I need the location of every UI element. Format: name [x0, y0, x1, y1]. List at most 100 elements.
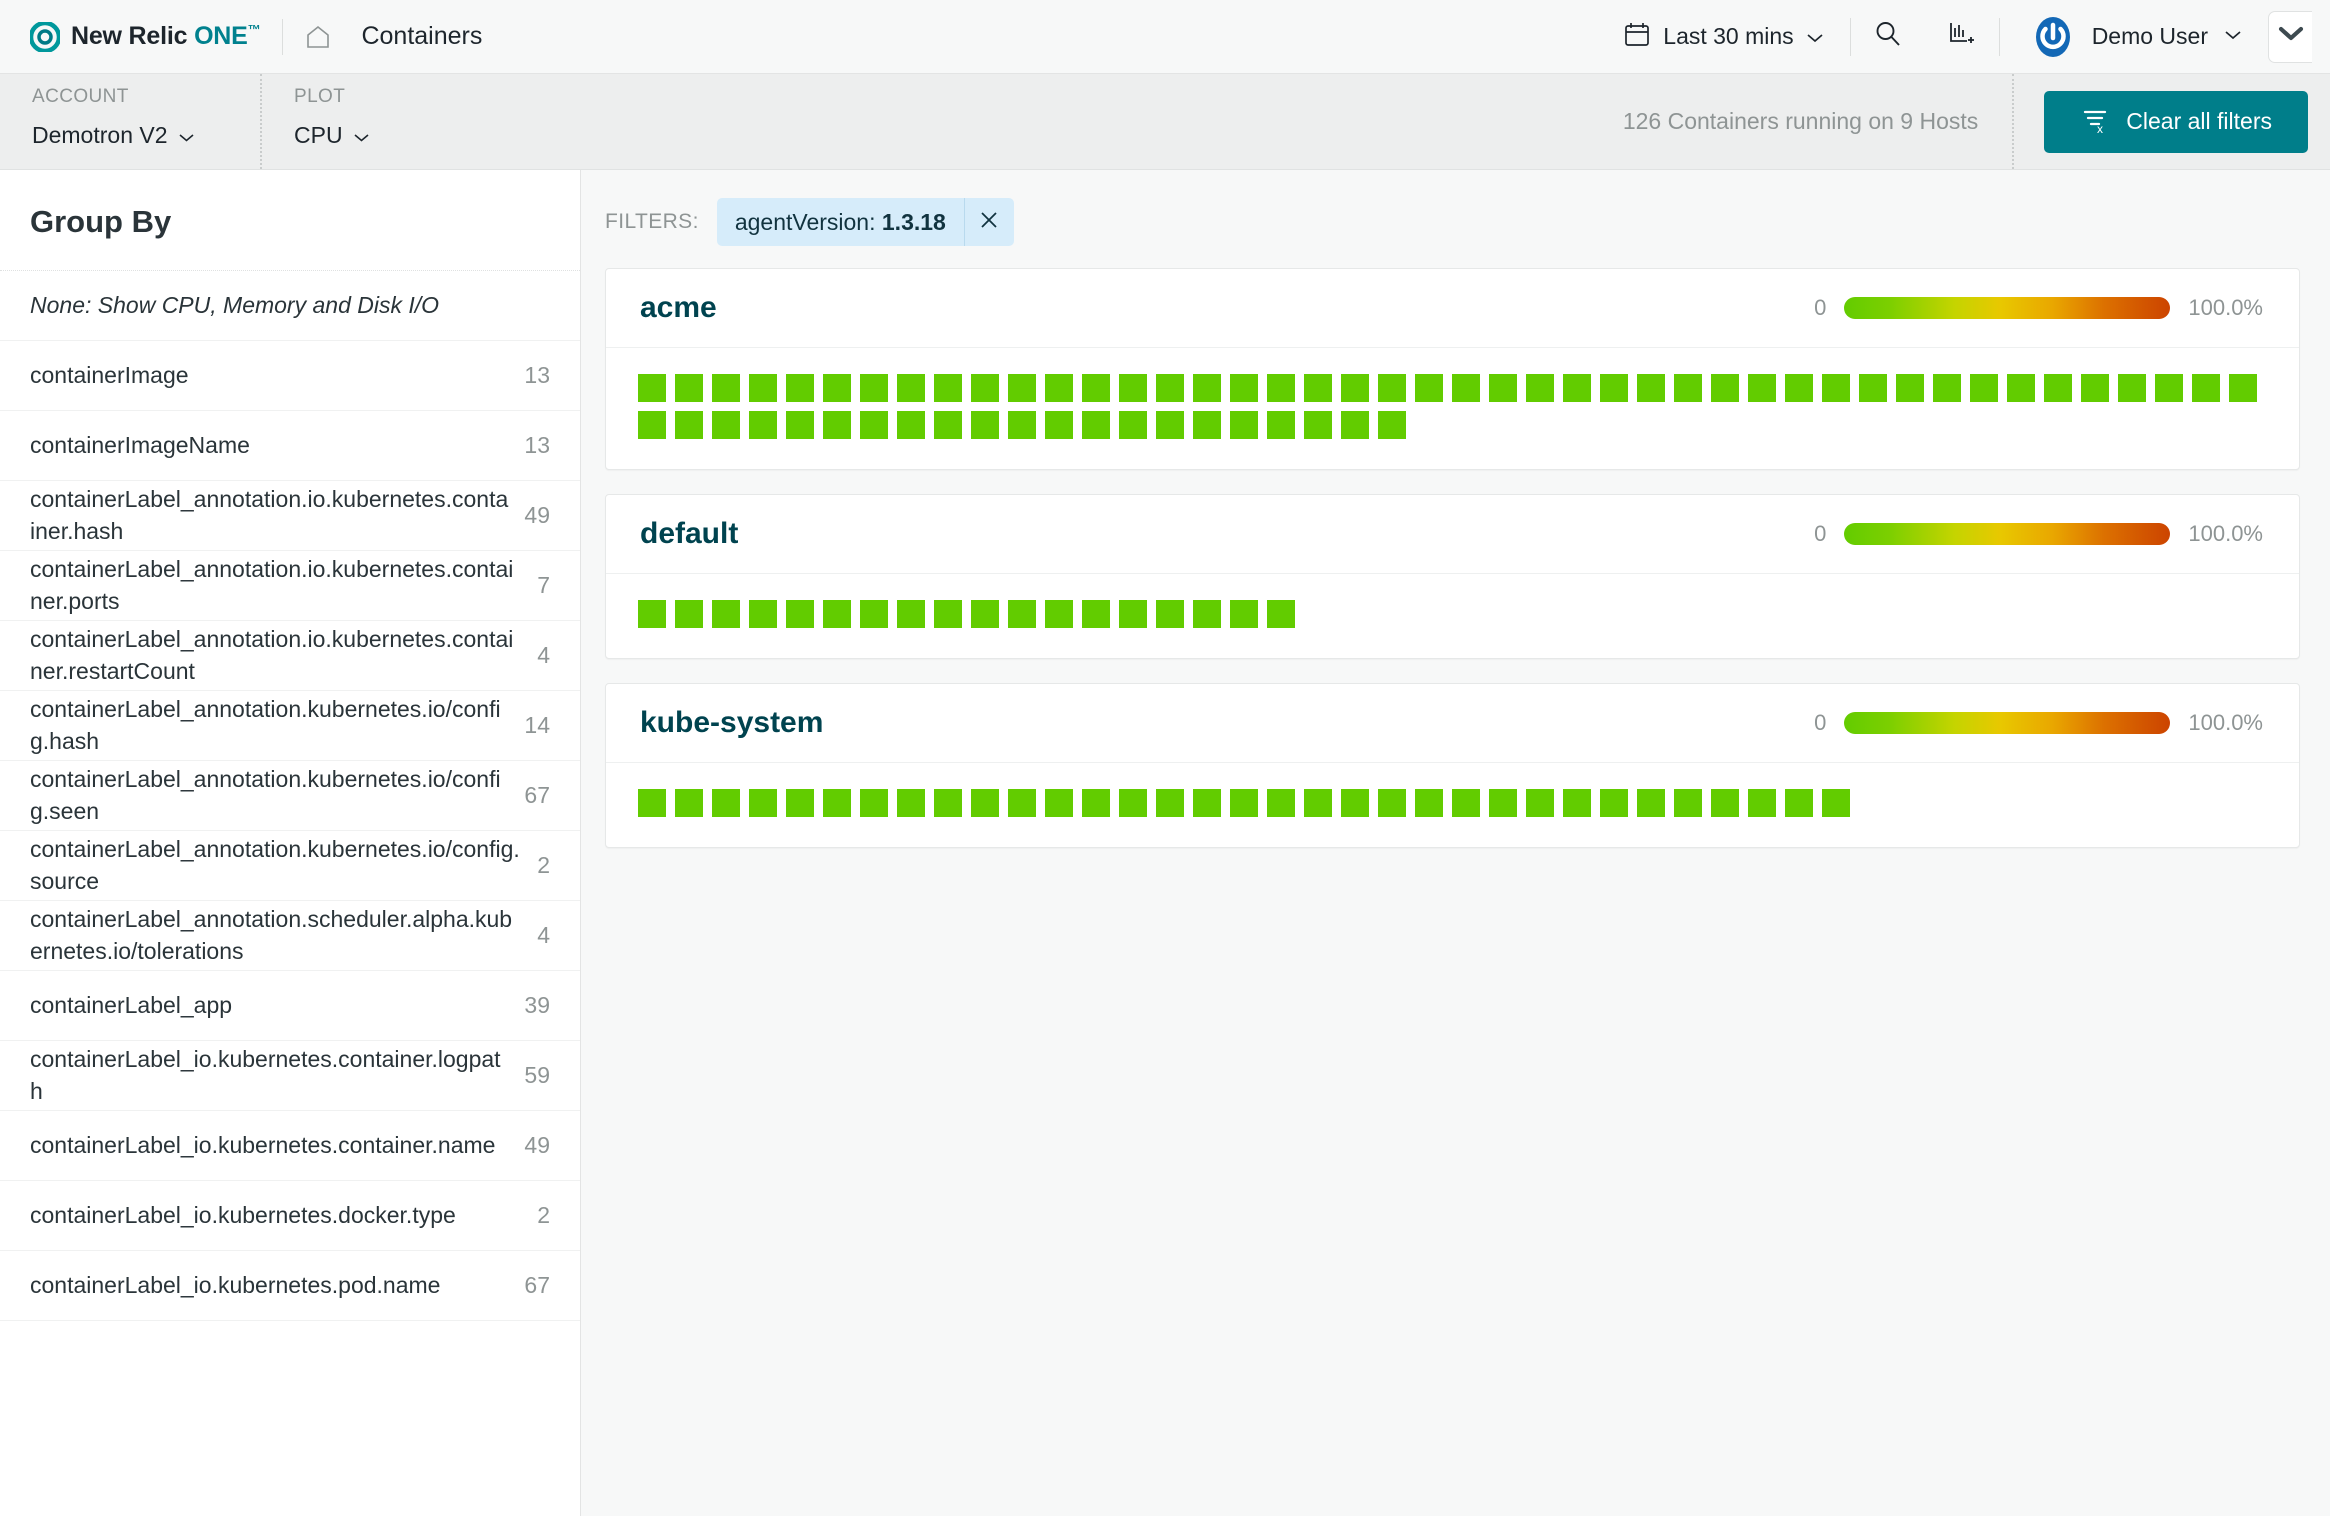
container-cell[interactable] — [1008, 374, 1036, 402]
container-cell[interactable] — [1008, 411, 1036, 439]
container-cell[interactable] — [1156, 411, 1184, 439]
container-cell[interactable] — [1970, 374, 1998, 402]
container-cell[interactable] — [675, 411, 703, 439]
time-range-picker[interactable]: Last 30 mins — [1597, 20, 1849, 54]
container-cell[interactable] — [1674, 789, 1702, 817]
container-cell[interactable] — [1304, 374, 1332, 402]
container-cell[interactable] — [1193, 374, 1221, 402]
group-by-item[interactable]: containerLabel_annotation.io.kubernetes.… — [0, 621, 580, 691]
container-cell[interactable] — [1045, 600, 1073, 628]
container-cell[interactable] — [1119, 789, 1147, 817]
container-cell[interactable] — [1563, 374, 1591, 402]
group-card-title[interactable]: kube-system — [640, 706, 823, 740]
container-cell[interactable] — [897, 789, 925, 817]
container-cell[interactable] — [749, 600, 777, 628]
group-by-item[interactable]: None: Show CPU, Memory and Disk I/O — [0, 271, 580, 341]
container-cell[interactable] — [1082, 374, 1110, 402]
group-by-item[interactable]: containerImageName 13 — [0, 411, 580, 481]
container-cell[interactable] — [749, 374, 777, 402]
container-cell[interactable] — [1008, 789, 1036, 817]
group-by-item[interactable]: containerLabel_app 39 — [0, 971, 580, 1041]
container-cell[interactable] — [860, 374, 888, 402]
container-cell[interactable] — [2192, 374, 2220, 402]
container-cell[interactable] — [1082, 600, 1110, 628]
group-card-title[interactable]: acme — [640, 291, 717, 325]
container-cell[interactable] — [1267, 411, 1295, 439]
container-cell[interactable] — [638, 411, 666, 439]
group-by-item[interactable]: containerLabel_annotation.io.kubernetes.… — [0, 551, 580, 621]
container-cell[interactable] — [2118, 374, 2146, 402]
container-cell[interactable] — [1859, 374, 1887, 402]
container-cell[interactable] — [1526, 374, 1554, 402]
container-cell[interactable] — [860, 789, 888, 817]
container-cell[interactable] — [2007, 374, 2035, 402]
container-cell[interactable] — [712, 411, 740, 439]
container-cell[interactable] — [1230, 789, 1258, 817]
container-cell[interactable] — [1341, 374, 1369, 402]
container-cell[interactable] — [1193, 789, 1221, 817]
container-cell[interactable] — [1267, 600, 1295, 628]
group-by-item[interactable]: containerLabel_annotation.scheduler.alph… — [0, 901, 580, 971]
group-by-item[interactable]: containerLabel_io.kubernetes.docker.type… — [0, 1181, 580, 1251]
container-cell[interactable] — [1637, 374, 1665, 402]
container-cell[interactable] — [1378, 789, 1406, 817]
container-cell[interactable] — [1563, 789, 1591, 817]
remove-filter-button[interactable] — [963, 198, 1014, 246]
add-to-dashboard-button[interactable] — [1925, 0, 1999, 74]
container-cell[interactable] — [1082, 411, 1110, 439]
home-icon[interactable] — [305, 24, 331, 50]
container-cell[interactable] — [1748, 374, 1776, 402]
container-cell[interactable] — [1230, 374, 1258, 402]
container-cell[interactable] — [934, 411, 962, 439]
container-cell[interactable] — [1156, 374, 1184, 402]
container-cell[interactable] — [897, 374, 925, 402]
container-cell[interactable] — [1637, 789, 1665, 817]
container-cell[interactable] — [1600, 374, 1628, 402]
group-by-item[interactable]: containerLabel_io.kubernetes.container.l… — [0, 1041, 580, 1111]
container-cell[interactable] — [1600, 789, 1628, 817]
collapse-panel-button[interactable] — [2268, 10, 2312, 63]
group-by-item[interactable]: containerLabel_annotation.kubernetes.io/… — [0, 761, 580, 831]
clear-all-filters-button[interactable]: x Clear all filters — [2044, 90, 2308, 153]
account-value[interactable]: Demotron V2 — [32, 122, 260, 149]
group-by-item[interactable]: containerLabel_io.kubernetes.pod.name 67 — [0, 1251, 580, 1321]
container-cell[interactable] — [1378, 374, 1406, 402]
container-cell[interactable] — [860, 411, 888, 439]
group-by-item[interactable]: containerLabel_annotation.io.kubernetes.… — [0, 481, 580, 551]
container-cell[interactable] — [1230, 600, 1258, 628]
container-cell[interactable] — [1119, 411, 1147, 439]
container-cell[interactable] — [638, 374, 666, 402]
container-cell[interactable] — [1119, 374, 1147, 402]
container-cell[interactable] — [971, 789, 999, 817]
container-cell[interactable] — [823, 374, 851, 402]
container-cell[interactable] — [1896, 374, 1924, 402]
container-cell[interactable] — [1193, 411, 1221, 439]
container-cell[interactable] — [1674, 374, 1702, 402]
container-cell[interactable] — [786, 411, 814, 439]
container-cell[interactable] — [823, 600, 851, 628]
container-cell[interactable] — [2229, 374, 2257, 402]
container-cell[interactable] — [786, 374, 814, 402]
container-cell[interactable] — [1156, 789, 1184, 817]
container-cell[interactable] — [675, 600, 703, 628]
container-cell[interactable] — [2081, 374, 2109, 402]
container-cell[interactable] — [1452, 789, 1480, 817]
group-by-item[interactable]: containerLabel_io.kubernetes.container.n… — [0, 1111, 580, 1181]
search-button[interactable] — [1851, 0, 1925, 74]
group-by-item[interactable]: containerLabel_annotation.kubernetes.io/… — [0, 831, 580, 901]
container-cell[interactable] — [1156, 600, 1184, 628]
container-cell[interactable] — [897, 600, 925, 628]
container-cell[interactable] — [971, 600, 999, 628]
container-cell[interactable] — [1045, 411, 1073, 439]
container-cell[interactable] — [1711, 789, 1739, 817]
container-cell[interactable] — [786, 789, 814, 817]
filter-chip-agentversion[interactable]: agentVersion: 1.3.18 — [716, 198, 1014, 246]
container-cell[interactable] — [1082, 789, 1110, 817]
container-cell[interactable] — [1415, 789, 1443, 817]
container-cell[interactable] — [1304, 789, 1332, 817]
container-cell[interactable] — [934, 600, 962, 628]
container-cell[interactable] — [712, 374, 740, 402]
container-cell[interactable] — [1489, 789, 1517, 817]
container-cell[interactable] — [897, 411, 925, 439]
container-cell[interactable] — [1489, 374, 1517, 402]
